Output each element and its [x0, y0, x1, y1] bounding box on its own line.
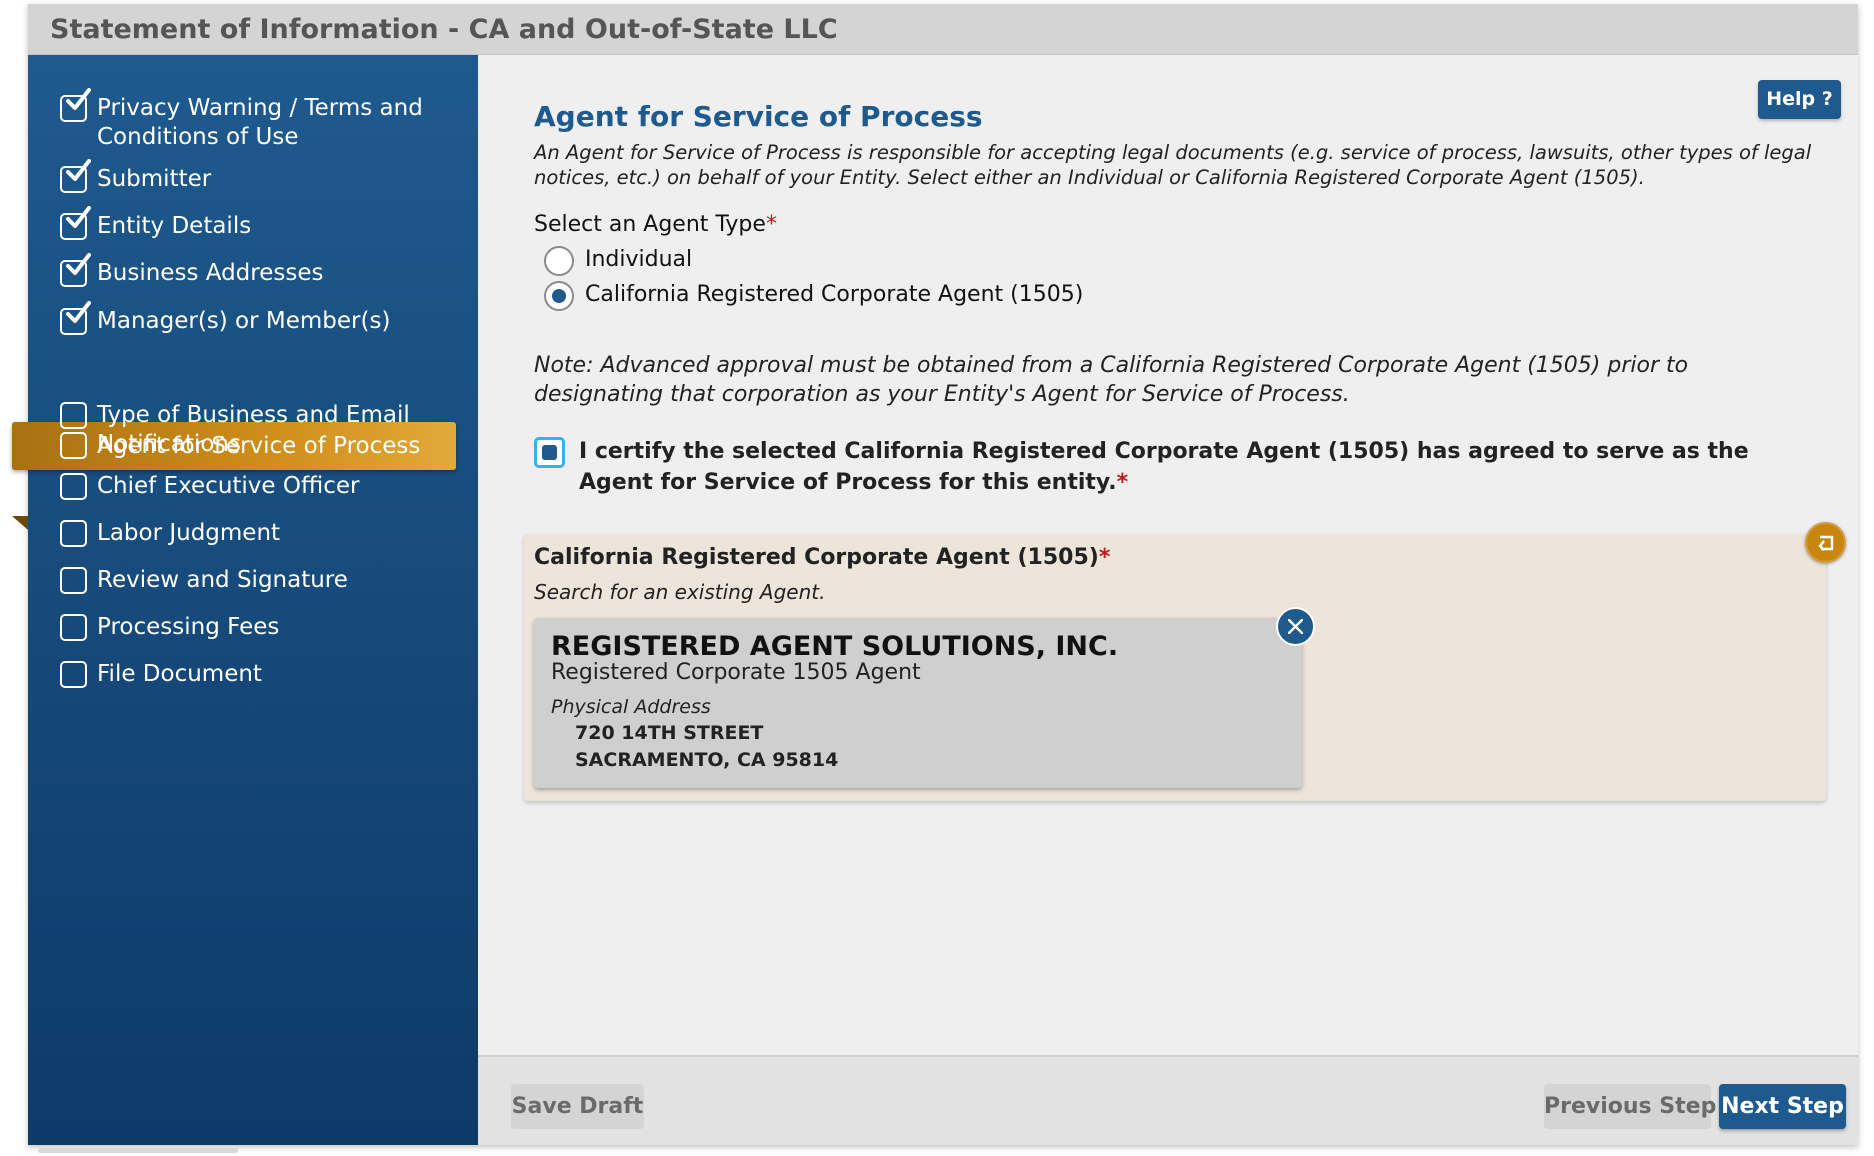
approval-note: Note: Advanced approval must be obtained…: [534, 353, 1689, 407]
checked-checkbox-icon: [60, 88, 91, 122]
next-step-button[interactable]: Next Step: [1719, 1084, 1846, 1129]
checked-checkbox-icon: [60, 301, 91, 335]
agent-type-label-text: Select an Agent Type: [534, 212, 766, 237]
certify-label: I certify the selected California Regist…: [579, 436, 1809, 498]
step-sidebar: Privacy Warning / Terms and Conditions o…: [12, 55, 478, 1145]
main-content: Help ? Agent for Service of Process An A…: [478, 55, 1858, 1055]
footer-bar: Save Draft Previous Step Next Step: [478, 1055, 1858, 1145]
active-step-notch: [12, 516, 28, 530]
section-description: An Agent for Service of Process is respo…: [534, 141, 1812, 189]
agent-type: Registered Corporate 1505 Agent: [551, 660, 921, 685]
window-title: Statement of Information - CA and Out-of…: [50, 14, 838, 45]
sidebar-item-label: Entity Details: [97, 213, 252, 239]
remove-agent-button[interactable]: [1276, 607, 1315, 646]
unchecked-checkbox-icon: [60, 661, 87, 688]
sidebar-item-label: Chief Executive Officer: [97, 473, 360, 499]
horizontal-scrollbar[interactable]: [38, 1148, 238, 1153]
unchecked-checkbox-icon: [60, 614, 87, 641]
radio-label: Individual: [585, 247, 693, 272]
checked-checkbox-icon: [60, 159, 91, 193]
corporate-agent-panel: California Registered Corporate Agent (1…: [524, 522, 1846, 801]
sidebar-item-label: Manager(s) or Member(s): [97, 308, 391, 334]
close-icon: [1288, 619, 1303, 634]
physical-address-label: Physical Address: [551, 696, 711, 718]
sidebar-item-label: Labor Judgment: [97, 520, 281, 546]
checked-checkbox-icon: [60, 206, 91, 240]
sidebar-item-label: Processing Fees: [97, 614, 280, 640]
required-marker: *: [1098, 545, 1111, 570]
title-bar: Statement of Information - CA and Out-of…: [28, 4, 1858, 55]
checked-checkbox-icon: [60, 253, 91, 287]
unchecked-checkbox-icon: [60, 432, 87, 459]
sidebar-item-label: Type of Business and Email Notifications: [97, 402, 410, 457]
agent-panel-subtitle: Search for an existing Agent.: [534, 580, 826, 604]
unchecked-checkbox-icon: [60, 473, 87, 500]
required-marker: *: [1116, 470, 1129, 495]
unchecked-checkbox-icon: [60, 520, 87, 547]
sidebar-item-label: Business Addresses: [97, 260, 324, 286]
agent-panel-title-text: California Registered Corporate Agent (1…: [534, 545, 1099, 570]
form-window: Statement of Information - CA and Out-of…: [12, 4, 1858, 1145]
section-title: Agent for Service of Process: [534, 100, 983, 133]
radio-label: California Registered Corporate Agent (1…: [585, 282, 1084, 307]
sidebar-item-label: Submitter: [97, 166, 212, 192]
agent-type-label: Select an Agent Type*: [534, 212, 777, 237]
reset-agent-button[interactable]: [1805, 522, 1846, 563]
required-marker: *: [765, 212, 777, 237]
sidebar-item-label: Privacy Warning / Terms and Conditions o…: [97, 95, 423, 150]
selected-agent-card: REGISTERED AGENT SOLUTIONS, INC. Registe…: [534, 607, 1315, 788]
address-line-2: SACRAMENTO, CA 95814: [575, 749, 839, 771]
certify-label-text: I certify the selected California Regist…: [579, 439, 1749, 495]
address-line-1: 720 14TH STREET: [575, 722, 764, 744]
sidebar-item-label: Review and Signature: [97, 567, 348, 593]
sidebar-item-label: File Document: [97, 661, 262, 687]
save-draft-button[interactable]: Save Draft: [511, 1084, 644, 1129]
previous-step-button[interactable]: Previous Step: [1544, 1084, 1716, 1129]
certify-checkbox[interactable]: [534, 437, 565, 468]
agent-panel-title: California Registered Corporate Agent (1…: [534, 545, 1110, 570]
agent-name: REGISTERED AGENT SOLUTIONS, INC.: [551, 631, 1119, 662]
unchecked-checkbox-icon: [60, 402, 87, 429]
unchecked-checkbox-icon: [60, 567, 87, 594]
radio-button-selected[interactable]: [544, 281, 574, 311]
undo-icon: [1818, 535, 1834, 551]
help-button[interactable]: Help ?: [1758, 80, 1841, 119]
radio-button[interactable]: [544, 246, 574, 276]
